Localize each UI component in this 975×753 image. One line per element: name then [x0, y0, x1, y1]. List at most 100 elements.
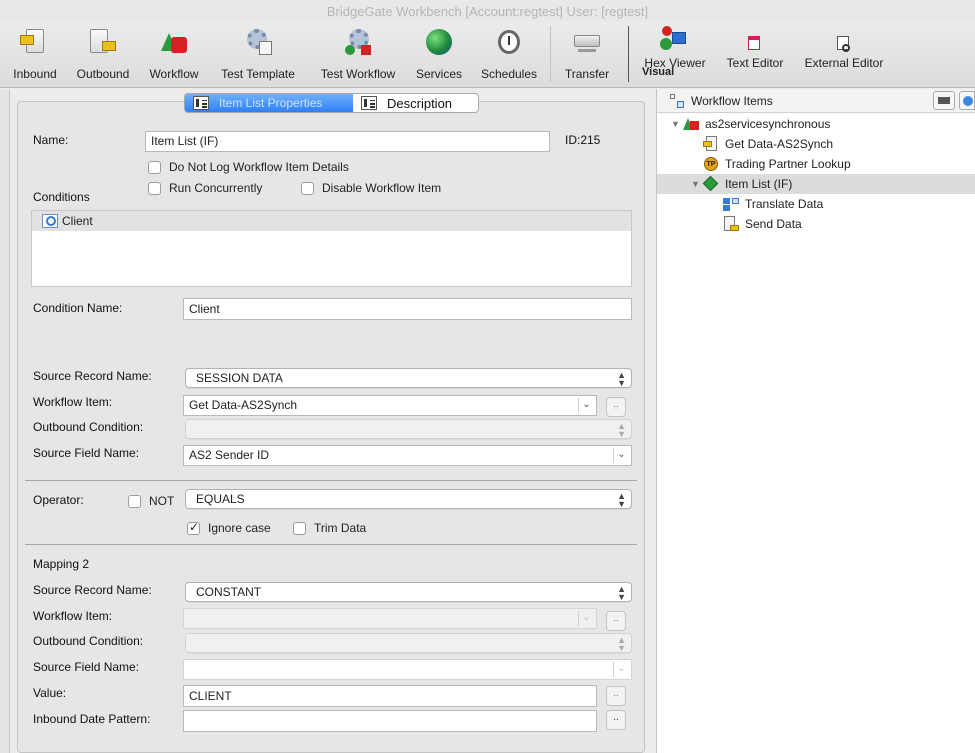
updown-arrows-icon: ▲ ▼ — [617, 491, 626, 509]
test-workflow-icon — [343, 27, 373, 57]
id-label: ID:215 — [565, 133, 601, 147]
source-field-label: Source Field Name: — [33, 660, 140, 674]
source-field-combo[interactable]: AS2 Sender ID ⌄ — [183, 445, 632, 466]
name-label: Name: — [33, 133, 69, 147]
condition-name-input[interactable]: Client — [183, 298, 632, 320]
expanded-triangle-icon[interactable]: ▼ — [671, 119, 681, 129]
text-editor-button[interactable]: Text Editor — [718, 22, 792, 86]
properties-tab-bar: Item List Properties Description — [184, 93, 479, 113]
workflow-icon — [683, 116, 699, 132]
inbound-icon — [703, 136, 719, 152]
divider — [25, 480, 637, 481]
outbound-icon — [723, 216, 739, 232]
toolbar-separator — [550, 26, 551, 82]
value-label: Value: — [33, 686, 67, 700]
inbound-date-pattern-label: Inbound Date Pattern: — [33, 712, 151, 726]
workflow-item-browse-button[interactable]: .. — [606, 397, 626, 417]
services-button[interactable]: Services — [408, 22, 470, 86]
external-editor-button[interactable]: External Editor — [796, 22, 892, 86]
tree-icon — [669, 93, 685, 109]
conditions-label: Conditions — [33, 190, 90, 204]
mapping2-workflow-item-browse-button[interactable]: .. — [606, 611, 626, 631]
workflow-items-panel: Workflow Items ▼ as2servicesynchronous G… — [656, 89, 975, 753]
inbound-date-pattern-input[interactable] — [183, 710, 597, 732]
tab-item-list-properties[interactable]: Item List Properties — [185, 94, 353, 112]
source-record-label: Source Record Name: — [33, 583, 152, 597]
mapping-2-title: Mapping 2 — [33, 557, 90, 571]
divider — [25, 544, 637, 545]
conditions-list[interactable]: Client — [31, 210, 632, 287]
mapping2-source-field-combo[interactable]: ⌄ — [183, 659, 632, 680]
printer-icon[interactable] — [933, 91, 955, 110]
hex-viewer-button[interactable]: Hex Viewer Visual — [640, 22, 710, 86]
workflow-icon — [159, 27, 189, 57]
value-browse-button[interactable]: .. — [606, 686, 626, 706]
outbound-button[interactable]: Outbound — [68, 22, 138, 86]
mapping2-source-record-select[interactable]: CONSTANT ▲ ▼ — [185, 582, 632, 602]
outbound-condition-label: Outbound Condition: — [33, 420, 144, 434]
window-title: BridgeGate Workbench [Account:regtest] U… — [0, 0, 975, 22]
tree-item-translate-data[interactable]: Translate Data — [657, 194, 975, 214]
value-input[interactable]: CLIENT — [183, 685, 597, 707]
operator-label: Operator: — [33, 493, 84, 507]
condition-name-label: Condition Name: — [33, 301, 123, 315]
workflow-item-label: Workflow Item: — [33, 395, 113, 409]
inbound-icon — [20, 27, 50, 57]
outbound-condition-select[interactable]: ▲ ▼ — [185, 419, 632, 439]
source-record-label: Source Record Name: — [33, 369, 152, 383]
source-field-label: Source Field Name: — [33, 446, 140, 460]
do-not-log-checkbox[interactable]: Do Not Log Workflow Item Details — [148, 160, 349, 174]
chevron-down-icon[interactable]: ⌄ — [578, 398, 594, 413]
updown-arrows-icon: ▲ ▼ — [617, 635, 626, 653]
transfer-icon — [572, 27, 602, 57]
tp-lookup-icon: TP — [703, 156, 719, 172]
run-concurrently-checkbox[interactable]: Run Concurrently — [148, 181, 262, 195]
chevron-down-icon[interactable]: ⌄ — [613, 448, 629, 463]
operator-select[interactable]: EQUALS ▲ ▼ — [185, 489, 632, 509]
updown-arrows-icon: ▲ ▼ — [617, 584, 626, 602]
trim-data-checkbox[interactable]: Trim Data — [293, 521, 366, 535]
workflow-item-label: Workflow Item: — [33, 609, 113, 623]
schedules-button[interactable]: Schedules — [474, 22, 544, 86]
transfer-button[interactable]: Transfer — [556, 22, 618, 86]
expanded-triangle-icon[interactable]: ▼ — [691, 179, 701, 189]
alarm-clock-icon — [494, 27, 524, 57]
left-dock-strip — [0, 89, 10, 753]
ignore-case-checkbox[interactable]: Ignore case — [187, 520, 271, 535]
tree-item-item-list[interactable]: ▼ Item List (IF) — [657, 174, 975, 194]
toolbar-separator — [628, 26, 629, 82]
outbound-condition-label: Outbound Condition: — [33, 634, 144, 648]
chevron-down-icon[interactable]: ⌄ — [613, 662, 629, 677]
main-toolbar: Inbound Outbound Workflow Test Template … — [0, 22, 975, 88]
tree-item-as2servicesynchronous[interactable]: ▼ as2servicesynchronous — [657, 114, 975, 134]
list-item[interactable]: Client — [32, 211, 631, 231]
translate-icon — [723, 196, 739, 212]
refresh-icon[interactable] — [959, 91, 975, 110]
outbound-icon — [88, 27, 118, 57]
tree-item-send-data[interactable]: Send Data — [657, 214, 975, 234]
hex-viewer-icon — [660, 24, 690, 54]
date-pattern-browse-button[interactable]: .. — [606, 710, 626, 730]
test-template-icon — [243, 27, 273, 57]
test-workflow-button[interactable]: Test Workflow — [310, 22, 406, 86]
workflow-item-combo[interactable]: Get Data-AS2Synch ⌄ — [183, 395, 597, 416]
not-checkbox[interactable]: NOT — [128, 494, 174, 508]
updown-arrows-icon: ▲ ▼ — [617, 370, 626, 388]
workflow-button[interactable]: Workflow — [142, 22, 206, 86]
globe-icon — [424, 27, 454, 57]
disable-workflow-item-checkbox[interactable]: Disable Workflow Item — [301, 181, 441, 195]
workflow-items-title: Workflow Items — [691, 94, 773, 108]
source-record-select[interactable]: SESSION DATA ▲ ▼ — [185, 368, 632, 388]
if-condition-icon — [702, 175, 719, 192]
tree-item-trading-partner-lookup[interactable]: TP Trading Partner Lookup — [657, 154, 975, 174]
tab-description[interactable]: Description — [353, 94, 478, 112]
workflow-items-header: Workflow Items — [657, 89, 975, 113]
condition-icon — [42, 214, 58, 228]
mapping2-workflow-item-combo[interactable]: ⌄ — [183, 608, 597, 629]
name-input[interactable]: Item List (IF) — [145, 131, 550, 152]
inbound-button[interactable]: Inbound — [8, 22, 62, 86]
test-template-button[interactable]: Test Template — [210, 22, 306, 86]
tree-item-get-data[interactable]: Get Data-AS2Synch — [657, 134, 975, 154]
chevron-down-icon[interactable]: ⌄ — [578, 611, 594, 626]
mapping2-outbound-condition-select[interactable]: ▲ ▼ — [185, 633, 632, 653]
